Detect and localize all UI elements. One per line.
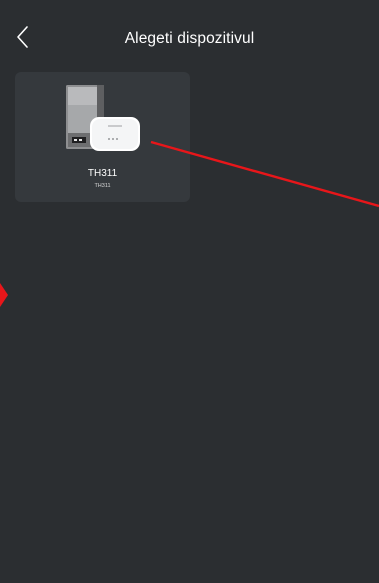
page-title: Alegeti dispozitivul <box>124 30 255 47</box>
header-bar: Alegeti dispozitivul <box>0 0 379 62</box>
annotation-arrowhead-icon <box>0 283 8 307</box>
device-card-th311[interactable]: TH311 TH311 <box>15 72 190 202</box>
boiler-and-hub-device-icon <box>66 85 140 151</box>
device-model: TH311 <box>94 183 111 189</box>
device-name: TH311 <box>87 168 118 179</box>
device-selection-screen: Alegeti dispozitivul TH311 TH311 <box>0 0 379 583</box>
